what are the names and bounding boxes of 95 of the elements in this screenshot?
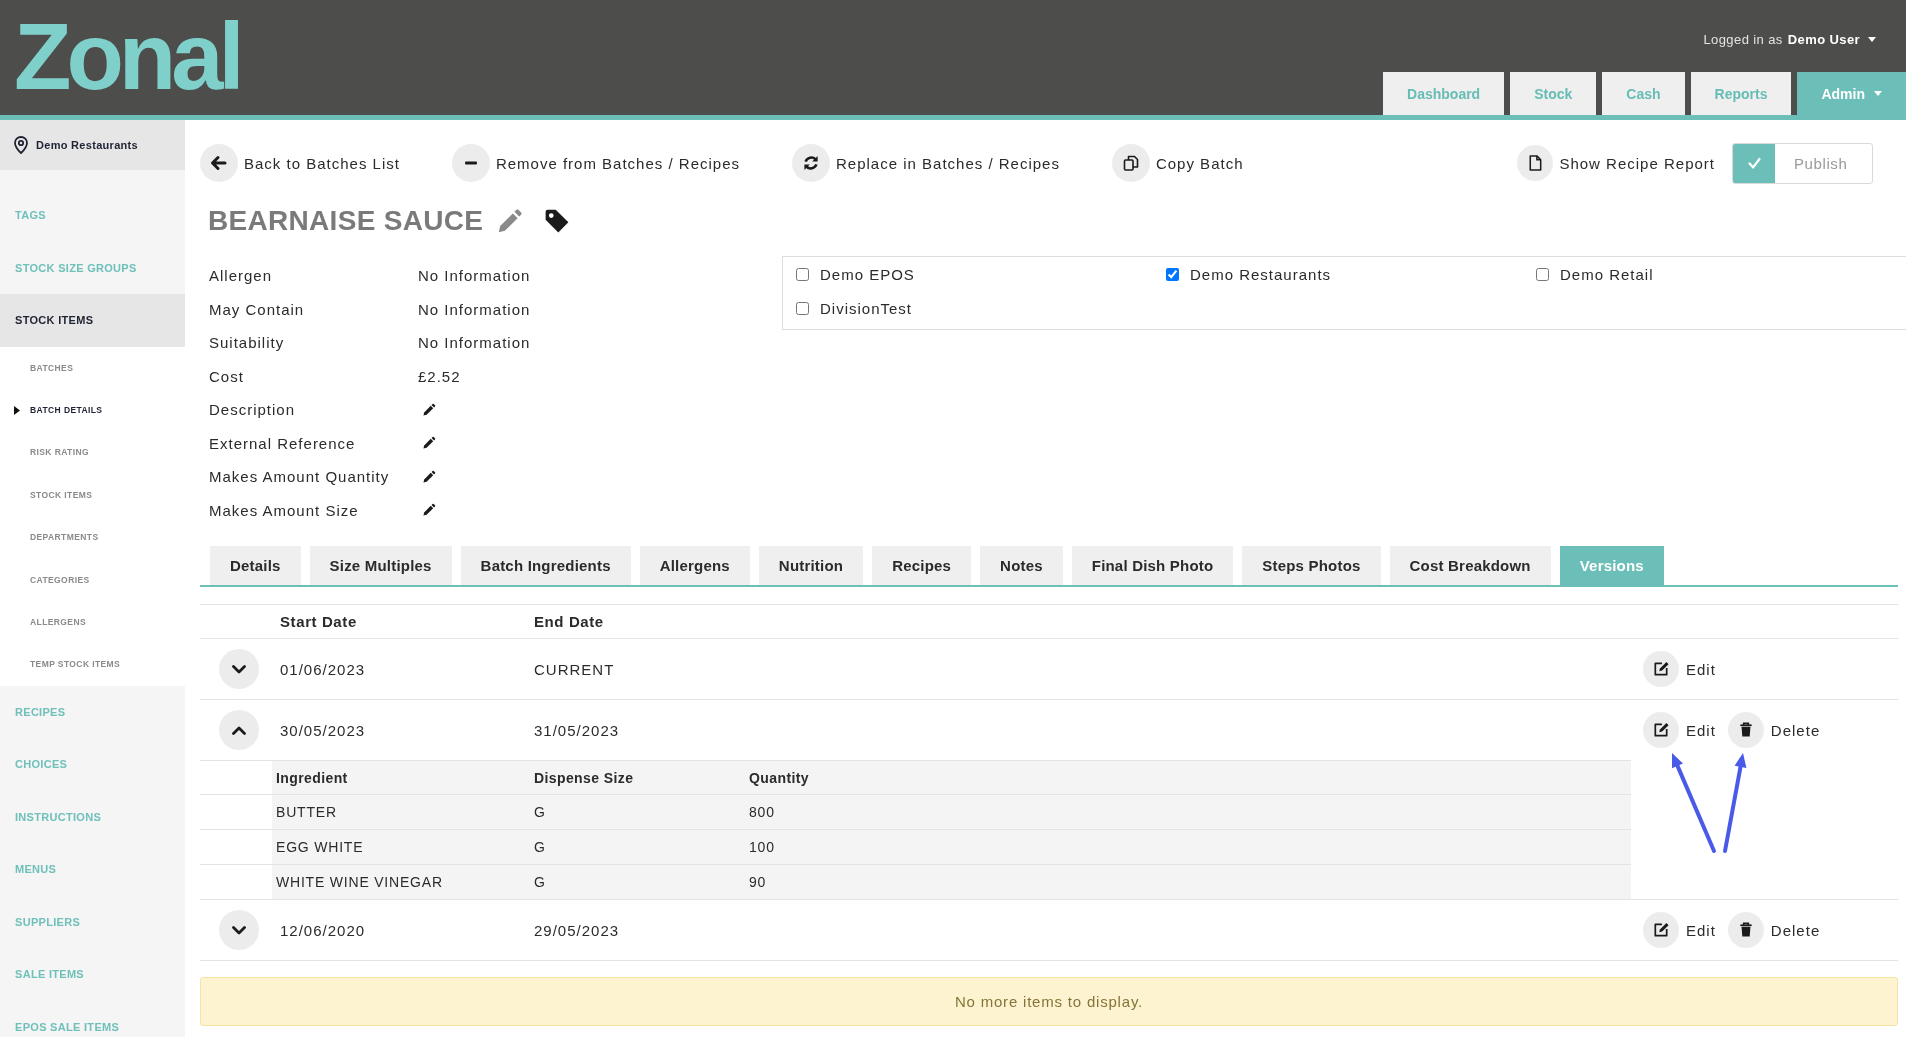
chevron-up-icon — [232, 725, 246, 735]
caret-icon — [1868, 37, 1876, 42]
detail-label: Suitability — [209, 334, 286, 352]
expand-button[interactable] — [219, 649, 259, 689]
column-header: End Date — [534, 613, 604, 630]
checkbox[interactable] — [796, 267, 809, 281]
detail-value: No Information — [418, 334, 531, 352]
user-menu-button[interactable]: Demo User — [1787, 32, 1876, 47]
trash-icon — [1727, 912, 1764, 948]
edit-icon — [1643, 912, 1679, 948]
tab[interactable]: Nutrition — [758, 546, 864, 585]
caret-right-icon — [14, 405, 20, 415]
detail-label: Cost — [209, 367, 245, 385]
back-button[interactable]: Back to Batches List — [200, 144, 400, 182]
sidebar-subitem[interactable]: STOCK ITEMS — [0, 473, 185, 517]
table-cell: 90 — [745, 865, 1631, 899]
brand-logo: Zonal — [14, 10, 240, 104]
document-icon — [1517, 145, 1554, 181]
expand-button[interactable] — [219, 910, 259, 950]
table-cell: G — [530, 795, 745, 829]
detail-label: Description — [209, 401, 297, 419]
edit-button[interactable]: Edit — [1643, 651, 1716, 687]
checkbox[interactable] — [1536, 267, 1549, 281]
detail-value: No Information — [418, 267, 531, 285]
detail-label: May Contain — [209, 300, 306, 318]
tab[interactable]: Details — [210, 546, 301, 585]
edit-icon — [1643, 712, 1679, 748]
edit-button[interactable]: Edit — [1643, 712, 1716, 748]
sidebar-subitem[interactable]: DEPARTMENTS — [0, 516, 185, 559]
detail-value: No Information — [418, 300, 531, 318]
arrow-left-icon — [200, 144, 238, 182]
checkbox-label: DivisionTest — [820, 299, 913, 317]
checkbox-label: Demo EPOS — [820, 265, 915, 283]
tab[interactable]: Batch Ingredients — [460, 546, 631, 585]
detail-label: Allergen — [209, 267, 274, 285]
remove-button[interactable]: Remove from Batches / Recipes — [451, 144, 740, 182]
tab[interactable]: Final Dish Photo — [1071, 546, 1234, 585]
table-cell: 31/05/2023 — [534, 721, 620, 739]
tab[interactable]: Notes — [980, 546, 1063, 585]
pencil-icon[interactable] — [422, 402, 436, 417]
table-cell: EGG WHITE — [272, 830, 530, 864]
location-name: Demo Restaurants — [36, 139, 138, 151]
logged-in-label: Logged in as — [1703, 32, 1783, 47]
column-header: Start Date — [280, 613, 357, 630]
table-cell: 29/05/2023 — [534, 921, 620, 939]
copy-icon — [1111, 144, 1150, 182]
sidebar-subitem[interactable]: RISK RATING — [0, 431, 185, 474]
table-cell: 100 — [745, 830, 1631, 864]
table-cell: WHITE WINE VINEGAR — [272, 865, 530, 899]
checkbox[interactable] — [1166, 267, 1179, 281]
column-header: Ingredient — [272, 761, 530, 794]
table-cell: G — [530, 830, 745, 864]
pencil-icon[interactable] — [422, 503, 436, 518]
table-cell: 800 — [745, 795, 1631, 829]
location-pin-icon — [14, 136, 28, 154]
collapse-button[interactable] — [219, 710, 259, 750]
empty-state-message: No more items to display. — [200, 977, 1898, 1026]
edit-button[interactable]: Edit — [1643, 912, 1716, 948]
minus-icon — [451, 144, 490, 182]
column-header: Dispense Size — [530, 761, 745, 794]
detail-label: External Reference — [209, 434, 357, 452]
delete-button[interactable]: Delete — [1727, 712, 1821, 748]
tab[interactable]: Size Multiples — [309, 546, 452, 585]
detail-value: £2.52 — [418, 367, 461, 385]
table-cell: 30/05/2023 — [280, 721, 366, 739]
checkbox-label: Demo Restaurants — [1190, 265, 1332, 283]
tab[interactable]: Recipes — [872, 546, 972, 585]
pencil-icon[interactable] — [422, 436, 436, 451]
trash-icon — [1727, 712, 1764, 748]
pencil-icon[interactable] — [422, 469, 436, 484]
column-header: Quantity — [745, 761, 1631, 794]
edit-icon — [1643, 651, 1679, 687]
table-cell: BUTTER — [272, 795, 530, 829]
detail-label: Makes Amount Size — [209, 501, 360, 519]
table-cell: CURRENT — [534, 660, 615, 678]
batch-title: BEARNAISE SAUCE — [208, 204, 484, 238]
delete-button[interactable]: Delete — [1727, 912, 1821, 948]
table-cell: 12/06/2020 — [280, 921, 366, 939]
detail-label: Makes Amount Quantity — [209, 468, 391, 486]
checkbox[interactable] — [796, 301, 809, 315]
sidebar-item[interactable]: STOCK ITEMS — [0, 294, 185, 347]
table-cell: G — [530, 865, 745, 899]
sidebar-subitem[interactable]: BATCH DETAILS — [0, 388, 185, 432]
table-cell: 01/06/2023 — [280, 660, 366, 678]
tab[interactable]: Steps Photos — [1242, 546, 1381, 585]
tab[interactable]: Cost Breakdown — [1389, 546, 1551, 585]
show-report-button[interactable]: Show Recipe Report — [1517, 145, 1715, 181]
copy-button[interactable]: Copy Batch — [1111, 144, 1244, 182]
checkbox-label: Demo Retail — [1560, 265, 1654, 283]
replace-button[interactable]: Replace in Batches / Recipes — [792, 144, 1060, 182]
tab[interactable]: Allergens — [639, 546, 750, 585]
chevron-down-icon — [232, 925, 246, 935]
chevron-down-icon — [232, 664, 246, 674]
tag-icon[interactable] — [544, 208, 571, 234]
refresh-icon — [792, 144, 830, 182]
